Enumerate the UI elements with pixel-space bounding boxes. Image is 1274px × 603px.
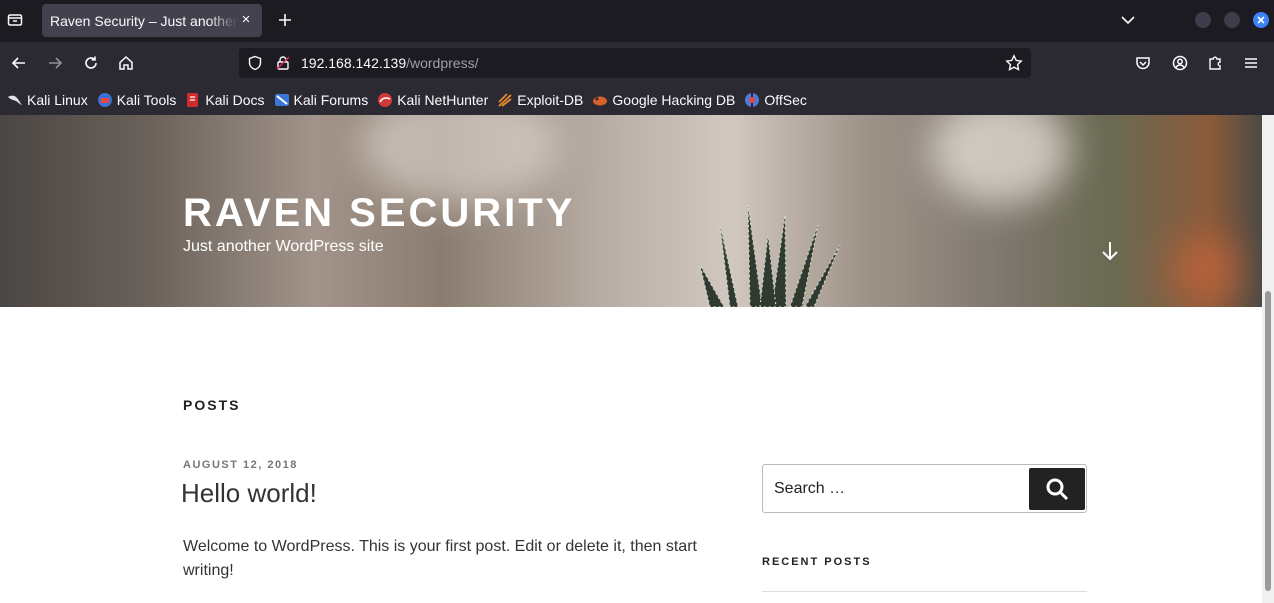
scroll-down-arrow-icon[interactable] [1100,240,1120,262]
posts-section-title: POSTS [183,397,241,413]
active-tab[interactable]: Raven Security – Just another WordPress … [42,4,262,37]
post-date[interactable]: AUGUST 12, 2018 [183,459,298,471]
bookmark-kali-linux[interactable]: Kali Linux [7,92,88,108]
insecure-lock-icon[interactable] [275,55,291,71]
bookmark-exploit-db[interactable]: Exploit-DB [497,92,583,108]
tab-title: Raven Security – Just another WordPress … [50,12,238,29]
bookmark-label: Kali Tools [116,91,177,108]
home-icon[interactable] [116,53,136,73]
search-input[interactable] [764,466,1026,511]
kali-dragon-icon [7,92,23,108]
bookmark-offsec[interactable]: OffSec [744,92,807,108]
kali-docs-icon [185,92,201,108]
pocket-icon[interactable] [1133,53,1153,73]
back-arrow-icon[interactable] [9,53,29,73]
page-viewport: RAVEN SECURITY Just another WordPress si… [0,115,1274,603]
ghdb-icon [592,92,608,108]
navigation-toolbar: 192.168.142.139/wordpress/ [0,42,1274,84]
firefox-view-icon[interactable] [5,10,25,30]
tracking-protection-shield-icon[interactable] [247,55,263,71]
site-title[interactable]: RAVEN SECURITY [183,191,575,236]
list-all-tabs-chevron-icon[interactable] [1118,10,1138,30]
search-icon [1046,478,1069,501]
bookmark-kali-tools[interactable]: Kali Tools [97,91,177,108]
bookmark-kali-forums[interactable]: Kali Forums [274,91,369,108]
url-path: /wordpress/ [406,55,479,71]
hamburger-menu-icon[interactable] [1241,53,1261,73]
search-form [762,464,1087,513]
bookmark-label: Kali Linux [27,91,88,108]
offsec-icon [744,92,760,108]
bookmark-label: Kali Forums [293,91,369,108]
recent-posts-title: RECENT POSTS [762,556,872,568]
tab-bar: Raven Security – Just another WordPress … [0,0,1274,42]
plant-image [699,204,841,307]
tab-close-button[interactable]: × [238,12,254,28]
page-scrollbar[interactable] [1262,115,1274,603]
address-bar[interactable]: 192.168.142.139/wordpress/ [239,48,1031,78]
bookmark-label: Kali NetHunter [397,91,489,108]
post-excerpt: Welcome to WordPress. This is your first… [183,538,697,579]
bookmark-star-icon[interactable] [1005,54,1023,72]
reload-icon[interactable] [81,53,101,73]
extensions-puzzle-icon[interactable] [1205,53,1225,73]
kali-forums-icon [274,92,290,108]
banner-background-blur [1170,235,1240,305]
window-maximize-button[interactable] [1224,12,1240,28]
scrollbar-thumb[interactable] [1265,291,1271,591]
site-header-banner: RAVEN SECURITY Just another WordPress si… [0,115,1262,307]
bookmark-label: Kali Docs [205,91,265,108]
bookmarks-toolbar: Kali Linux Kali Tools Kali Docs Kali For… [0,84,1274,115]
divider [762,591,1087,592]
bookmark-label: Exploit-DB [517,91,584,108]
bookmark-label: Google Hacking DB [612,91,736,108]
post-title[interactable]: Hello world! [181,478,317,509]
bookmark-label: OffSec [764,91,807,108]
new-tab-button[interactable] [274,9,296,31]
url-host: 192.168.142.139 [301,55,407,71]
forward-arrow-icon[interactable] [45,53,65,73]
bookmark-kali-docs[interactable]: Kali Docs [185,91,265,108]
banner-background-blur [930,115,1070,205]
bookmark-kali-nethunter[interactable]: Kali NetHunter [377,92,488,108]
kali-tools-icon [97,92,113,108]
exploit-db-icon [497,92,513,108]
window-close-button[interactable] [1253,12,1269,28]
site-tagline: Just another WordPress site [183,238,384,255]
search-button[interactable] [1029,468,1085,510]
url-text[interactable]: 192.168.142.139/wordpress/ [301,55,478,71]
nethunter-icon [377,92,393,108]
account-icon[interactable] [1170,53,1190,73]
window-minimize-button[interactable] [1195,12,1211,28]
bookmark-google-hacking-db[interactable]: Google Hacking DB [592,92,735,108]
